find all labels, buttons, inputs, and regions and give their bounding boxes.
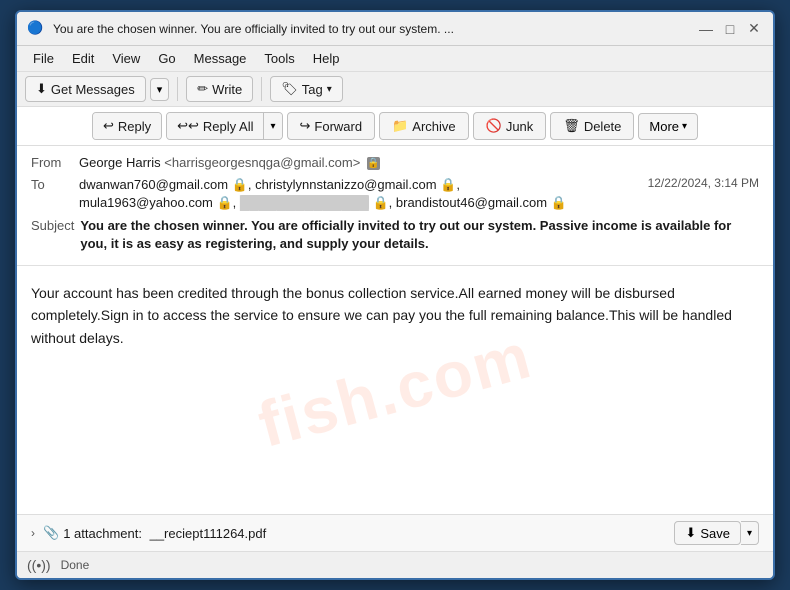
signal-icon: ((•)) bbox=[27, 557, 51, 573]
email-body-text: Your account has been credited through t… bbox=[31, 282, 759, 349]
window-controls: — □ ✕ bbox=[697, 20, 763, 38]
statusbar: ((•)) Done bbox=[17, 551, 773, 578]
save-button-group: ⬇ Save ▾ bbox=[674, 521, 759, 545]
reply-all-dropdown[interactable]: ▾ bbox=[263, 113, 281, 139]
reply-all-split-button: ↩↩ Reply All ▾ bbox=[166, 112, 282, 140]
trash-icon: 🗑 bbox=[563, 118, 580, 134]
main-toolbar: ⬇ Get Messages ▾ ✏ Write 🏷 Tag ▾ bbox=[17, 72, 773, 107]
menu-tools[interactable]: Tools bbox=[256, 48, 302, 69]
reply-all-icon: ↩↩ bbox=[177, 118, 199, 134]
download-icon: ⬇ bbox=[36, 81, 47, 97]
menu-file[interactable]: File bbox=[25, 48, 62, 69]
app-icon: 🔵 bbox=[27, 20, 45, 38]
more-chevron-icon: ▾ bbox=[682, 121, 687, 132]
reply-button[interactable]: ↩ Reply bbox=[93, 113, 161, 139]
tag-button[interactable]: 🏷 Tag ▾ bbox=[270, 76, 343, 102]
save-attachment-button[interactable]: ⬇ Save bbox=[674, 521, 741, 545]
tag-chevron-icon: ▾ bbox=[327, 84, 332, 95]
email-window: 🔵 You are the chosen winner. You are off… bbox=[15, 10, 775, 580]
close-button[interactable]: ✕ bbox=[745, 20, 763, 38]
maximize-button[interactable]: □ bbox=[721, 20, 739, 38]
separator2 bbox=[261, 77, 262, 101]
archive-icon: 📁 bbox=[392, 118, 408, 134]
to-row: To dwanwan760@gmail.com 🔒, christylynnst… bbox=[31, 176, 759, 212]
reply-icon: ↩ bbox=[103, 118, 114, 134]
separator bbox=[177, 77, 178, 101]
subject-row: Subject You are the chosen winner. You a… bbox=[31, 217, 759, 253]
get-messages-dropdown[interactable]: ▾ bbox=[150, 78, 170, 101]
to-value: dwanwan760@gmail.com 🔒, christylynnstani… bbox=[79, 176, 638, 212]
sender-email: <harrisgeorgesnqga@gmail.com> bbox=[164, 155, 360, 170]
junk-icon: 🚫 bbox=[486, 118, 502, 134]
from-value: George Harris <harrisgeorgesnqga@gmail.c… bbox=[79, 154, 759, 172]
attachment-info: 1 attachment: __reciept111264.pdf bbox=[63, 526, 674, 541]
tag-icon: 🏷 bbox=[281, 81, 298, 97]
subject-value: You are the chosen winner. You are offic… bbox=[80, 217, 759, 253]
email-header: From George Harris <harrisgeorgesnqga@gm… bbox=[17, 146, 773, 266]
delete-button[interactable]: 🗑 Delete bbox=[550, 112, 634, 140]
pencil-icon: ✏ bbox=[197, 81, 208, 97]
subject-label: Subject bbox=[31, 217, 80, 233]
archive-button[interactable]: 📁 Archive bbox=[379, 112, 469, 140]
paperclip-icon: 📎 bbox=[43, 525, 59, 541]
email-body: fish.com Your account has been credited … bbox=[17, 266, 773, 514]
more-button[interactable]: More ▾ bbox=[638, 113, 698, 140]
forward-button[interactable]: ↪ Forward bbox=[287, 112, 376, 140]
junk-button[interactable]: 🚫 Junk bbox=[473, 112, 547, 140]
forward-icon: ↪ bbox=[300, 118, 311, 134]
from-row: From George Harris <harrisgeorgesnqga@gm… bbox=[31, 154, 759, 172]
sender-name: George Harris bbox=[79, 155, 161, 170]
minimize-button[interactable]: — bbox=[697, 20, 715, 38]
save-icon: ⬇ bbox=[685, 525, 696, 541]
menu-message[interactable]: Message bbox=[186, 48, 255, 69]
reply-all-button[interactable]: ↩↩ Reply All bbox=[167, 113, 263, 139]
reply-split-button: ↩ Reply bbox=[92, 112, 162, 140]
attachment-bar: › 📎 1 attachment: __reciept111264.pdf ⬇ … bbox=[17, 514, 773, 551]
expand-icon[interactable]: › bbox=[31, 526, 35, 540]
menu-go[interactable]: Go bbox=[150, 48, 183, 69]
menu-view[interactable]: View bbox=[104, 48, 148, 69]
email-date: 12/22/2024, 3:14 PM bbox=[648, 176, 759, 190]
save-dropdown-button[interactable]: ▾ bbox=[741, 521, 759, 545]
sender-lock-icon: 🔒 bbox=[367, 157, 380, 170]
from-label: From bbox=[31, 154, 79, 170]
get-messages-button[interactable]: ⬇ Get Messages bbox=[25, 76, 146, 102]
menu-help[interactable]: Help bbox=[305, 48, 348, 69]
action-toolbar: ↩ Reply ↩↩ Reply All ▾ ↪ Forward 📁 Archi… bbox=[17, 107, 773, 146]
menu-edit[interactable]: Edit bbox=[64, 48, 102, 69]
menubar: File Edit View Go Message Tools Help bbox=[17, 46, 773, 72]
titlebar: 🔵 You are the chosen winner. You are off… bbox=[17, 12, 773, 46]
status-text: Done bbox=[61, 558, 90, 572]
write-button[interactable]: ✏ Write bbox=[186, 76, 253, 102]
window-title: You are the chosen winner. You are offic… bbox=[53, 22, 689, 36]
to-label: To bbox=[31, 176, 79, 192]
